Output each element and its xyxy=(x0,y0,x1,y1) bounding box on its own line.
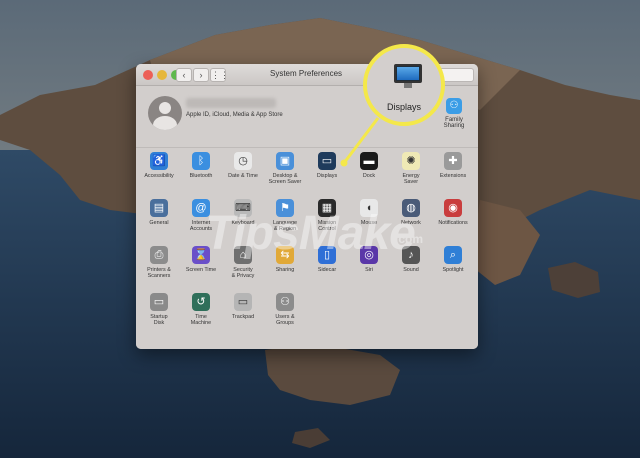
puzzle-icon: ✚ xyxy=(444,152,462,170)
account-name-redacted xyxy=(186,98,276,108)
trackpad-icon: ▭ xyxy=(234,293,252,311)
pane-notifications[interactable]: ◉ Notifications xyxy=(432,199,474,226)
pane-label: Users & Groups xyxy=(275,314,295,327)
lightbulb-icon: ✺ xyxy=(402,152,420,170)
minimize-button[interactable] xyxy=(157,70,167,80)
pane-desktop[interactable]: ▣ Desktop & Screen Saver xyxy=(264,152,306,186)
pane-label: Sidecar xyxy=(317,267,337,273)
pane-label: Sharing xyxy=(275,267,295,273)
pane-label: Trackpad xyxy=(231,314,255,320)
watermark: TipsMake .com xyxy=(205,206,435,260)
close-button[interactable] xyxy=(143,70,153,80)
pane-label: General xyxy=(149,220,169,226)
bluetooth-icon: ᛒ xyxy=(192,152,210,170)
avatar[interactable] xyxy=(148,96,182,130)
pane-lightbulb[interactable]: ✺ Energy Saver xyxy=(390,152,432,186)
desktop-icon: ▣ xyxy=(276,152,294,170)
pane-label: Accessibility xyxy=(144,173,174,179)
pane-clock[interactable]: ◷ Date & Time xyxy=(222,152,264,179)
users-icon: ⚇ xyxy=(276,293,294,311)
pane-label: Security & Privacy xyxy=(231,267,255,280)
pane-label: Spotlight xyxy=(442,267,464,273)
display-icon xyxy=(394,64,422,83)
pane-puzzle[interactable]: ✚ Extensions xyxy=(432,152,474,179)
pane-label: Displays xyxy=(316,173,338,179)
pane-label: Sound xyxy=(403,267,419,273)
watermark-suffix: .com xyxy=(395,232,424,246)
clock-icon: ◷ xyxy=(234,152,252,170)
display-icon: ▭ xyxy=(318,152,336,170)
pane-label: Desktop & Screen Saver xyxy=(268,173,302,186)
family-sharing-label: Family Sharing xyxy=(443,117,465,129)
pane-dock[interactable]: ▬ Dock xyxy=(348,152,390,179)
pane-label: Time Machine xyxy=(190,314,212,327)
pane-label: Energy Saver xyxy=(402,173,420,186)
pane-label: Dock xyxy=(362,173,376,179)
pane-accessibility[interactable]: ♿ Accessibility xyxy=(138,152,180,179)
family-sharing-pane[interactable]: ⚇ Family Sharing xyxy=(436,98,472,129)
general-icon: ▤ xyxy=(150,199,168,217)
window-title: System Preferences xyxy=(269,69,343,78)
disk-icon: ▭ xyxy=(150,293,168,311)
pane-bluetooth[interactable]: ᛒ Bluetooth xyxy=(180,152,222,179)
back-button[interactable]: ‹ xyxy=(176,68,192,82)
accessibility-icon: ♿ xyxy=(150,152,168,170)
show-all-button[interactable]: ⋮⋮ xyxy=(210,68,229,82)
pane-label: Date & Time xyxy=(228,173,258,179)
printer-icon: ⎙ xyxy=(150,246,168,264)
notifications-icon: ◉ xyxy=(444,199,462,217)
callout-label: Displays xyxy=(386,102,421,112)
pane-label: Bluetooth xyxy=(189,173,213,179)
pane-general[interactable]: ▤ General xyxy=(138,199,180,226)
pane-users[interactable]: ⚇ Users & Groups xyxy=(264,293,306,327)
pane-label: Printers & Scanners xyxy=(147,267,171,280)
pane-label: Notifications xyxy=(438,220,468,226)
displays-callout: Displays xyxy=(363,44,445,126)
time-machine-icon: ↺ xyxy=(192,293,210,311)
pane-label: Extensions xyxy=(439,173,467,179)
pane-disk[interactable]: ▭ Startup Disk xyxy=(138,293,180,327)
dock-icon: ▬ xyxy=(360,152,378,170)
pane-trackpad[interactable]: ▭ Trackpad xyxy=(222,293,264,320)
apple-id-subtitle: Apple ID, iCloud, Media & App Store xyxy=(186,112,283,118)
spotlight-icon: ⌕ xyxy=(444,246,462,264)
pane-label: Screen Time xyxy=(185,267,217,273)
watermark-text: TipsMake xyxy=(205,207,416,260)
pane-display[interactable]: ▭ Displays xyxy=(306,152,348,179)
pane-label: Siri xyxy=(365,267,373,273)
pane-label: Startup Disk xyxy=(150,314,168,327)
family-icon: ⚇ xyxy=(446,98,462,114)
pane-time-machine[interactable]: ↺ Time Machine xyxy=(180,293,222,327)
pane-printer[interactable]: ⎙ Printers & Scanners xyxy=(138,246,180,280)
pane-spotlight[interactable]: ⌕ Spotlight xyxy=(432,246,474,273)
forward-button[interactable]: › xyxy=(193,68,209,82)
